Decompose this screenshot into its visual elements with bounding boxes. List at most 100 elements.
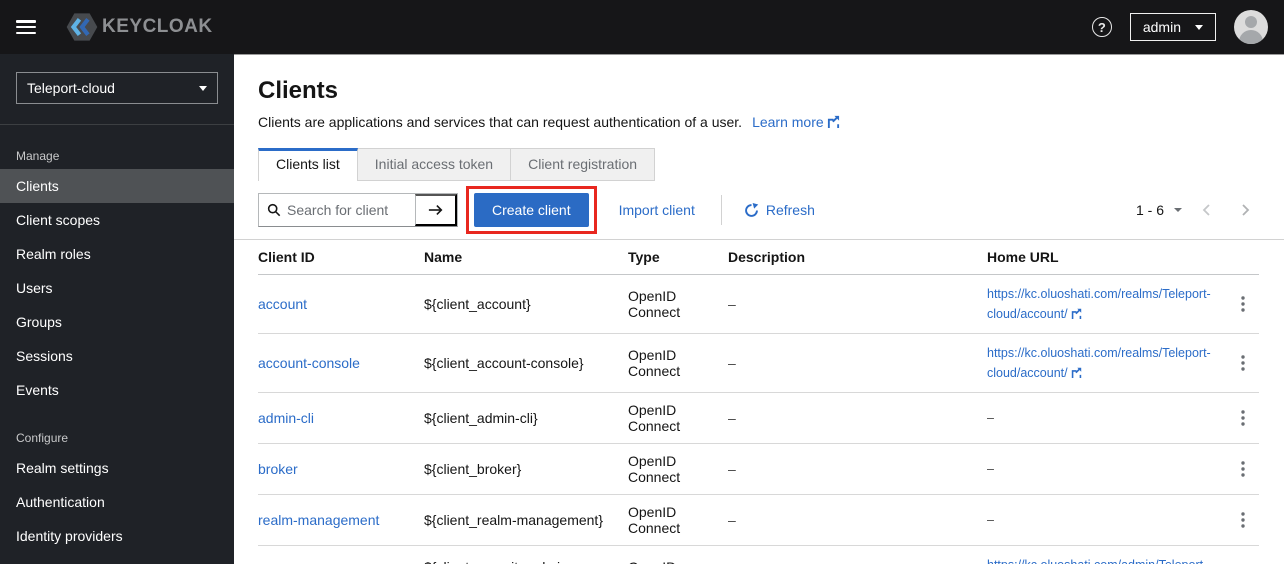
toolbar-divider: [720, 195, 722, 225]
external-link-icon: [1068, 366, 1082, 380]
column-header-actions: [1223, 240, 1259, 275]
toolbar: Create client Import client Refresh 1 - …: [234, 181, 1284, 240]
home-url-link[interactable]: https://kc.oluoshati.com/admin/Teleport-…: [987, 558, 1207, 564]
client-id-link[interactable]: admin-cli: [258, 410, 314, 426]
tab-initial-access-token[interactable]: Initial access token: [357, 148, 512, 181]
home-url-link[interactable]: https://kc.oluoshati.com/realms/Teleport…: [987, 287, 1211, 321]
sidebar-item-clients[interactable]: Clients: [0, 169, 234, 203]
row-kebab-menu-button[interactable]: [1235, 510, 1251, 530]
table-row: realm-management ${client_realm-manageme…: [258, 494, 1259, 546]
home-url-link[interactable]: https://kc.oluoshati.com/realms/Teleport…: [987, 346, 1211, 380]
refresh-label: Refresh: [765, 202, 815, 218]
column-header-home-url: Home URL: [987, 240, 1223, 275]
row-kebab-menu-button[interactable]: [1235, 459, 1251, 479]
masthead: KEYCLOAK ? admin: [0, 0, 1284, 54]
pagination-range-label: 1 - 6: [1135, 202, 1164, 218]
table-row: admin-cli ${client_admin-cli} OpenID Con…: [258, 392, 1259, 444]
sidebar-item-authentication[interactable]: Authentication: [0, 485, 234, 519]
home-url-cell: –: [987, 494, 1223, 546]
realm-selector-block: Teleport-cloud: [0, 54, 234, 125]
sidebar-item-realm-roles[interactable]: Realm roles: [0, 237, 234, 271]
arrow-right-icon: [428, 203, 444, 217]
client-id-link[interactable]: account: [258, 296, 307, 312]
client-description-cell: –: [728, 392, 987, 444]
help-icon[interactable]: ?: [1091, 17, 1112, 37]
external-link-icon: [827, 115, 840, 128]
sidebar-item-realm-settings[interactable]: Realm settings: [0, 451, 234, 485]
keycloak-logo: KEYCLOAK: [64, 10, 213, 44]
client-type-cell: OpenID Connect: [628, 274, 728, 334]
client-description-cell: –: [728, 274, 987, 334]
client-name-cell: ${client_broker}: [424, 443, 628, 495]
chevron-down-icon: [1174, 208, 1182, 212]
client-description-cell: –: [728, 333, 987, 393]
sidebar-nav: Manage Clients Client scopes Realm roles…: [0, 141, 234, 553]
client-type-cell: OpenID Connect: [628, 392, 728, 444]
row-kebab-menu-button[interactable]: [1235, 353, 1251, 373]
search-icon: [267, 203, 281, 217]
pagination-prev-button[interactable]: [1192, 200, 1221, 220]
import-client-link[interactable]: Import client: [619, 202, 695, 218]
nav-section-title: Configure: [16, 431, 69, 445]
tab-bar: Clients list Initial access token Client…: [258, 148, 1260, 181]
client-description-cell: –: [728, 443, 987, 495]
nav-section: Manage Clients Client scopes Realm roles…: [0, 141, 234, 407]
client-type-cell: OpenID Connect: [628, 333, 728, 393]
refresh-link[interactable]: Refresh: [744, 202, 815, 218]
table-row: account ${client_account} OpenID Connect…: [258, 274, 1259, 334]
client-name-cell: ${client_admin-cli}: [424, 392, 628, 444]
avatar[interactable]: [1234, 10, 1268, 44]
create-client-button[interactable]: Create client: [474, 193, 589, 227]
search-input[interactable]: [287, 202, 407, 218]
user-menu-dropdown[interactable]: admin: [1129, 13, 1216, 41]
page-description: Clients are applications and services th…: [258, 114, 1260, 130]
chevron-down-icon: [199, 85, 207, 91]
client-type-cell: OpenID Connect: [628, 494, 728, 546]
masthead-right: ? admin: [1091, 10, 1268, 44]
page-header: Clients Clients are applications and ser…: [234, 55, 1284, 130]
tab-clients-list[interactable]: Clients list: [258, 148, 358, 181]
search-submit-button[interactable]: [415, 194, 457, 226]
sidebar-item-events[interactable]: Events: [0, 373, 234, 407]
table-header-row: Client ID Name Type Description Home URL: [258, 240, 1259, 275]
keycloak-logo-icon: [66, 13, 98, 41]
brand-text: KEYCLOAK: [102, 16, 213, 37]
client-name-cell: ${client_realm-management}: [424, 494, 628, 546]
search-input-wrap: [259, 194, 415, 226]
column-header-type: Type: [628, 240, 728, 275]
clients-table: Client ID Name Type Description Home URL acc…: [258, 240, 1259, 564]
client-type-cell: OpenID Connect: [628, 545, 728, 564]
row-kebab-menu-button[interactable]: [1235, 408, 1251, 428]
sidebar: Teleport-cloud Manage Clients Client sco…: [0, 54, 234, 564]
home-url-cell: –: [987, 392, 1223, 444]
pagination-next-button[interactable]: [1231, 200, 1260, 220]
sidebar-item-sessions[interactable]: Sessions: [0, 339, 234, 373]
client-description-cell: –: [728, 545, 987, 564]
external-link-icon: [1068, 307, 1082, 321]
page-title: Clients: [258, 77, 339, 104]
client-id-link[interactable]: account-console: [258, 355, 360, 371]
user-menu-label: admin: [1142, 19, 1181, 35]
learn-more-link[interactable]: Learn more: [752, 114, 840, 130]
chevron-down-icon: [1195, 24, 1203, 30]
sidebar-item-identity-providers[interactable]: Identity providers: [0, 519, 234, 553]
column-header-name: Name: [424, 240, 628, 275]
sidebar-item-client-scopes[interactable]: Client scopes: [0, 203, 234, 237]
home-url-cell: https://kc.oluoshati.com/realms/Teleport…: [987, 274, 1223, 334]
table-row: security-admin-console ${client_security…: [258, 545, 1259, 564]
sidebar-item-users[interactable]: Users: [0, 271, 234, 305]
hamburger-menu-icon[interactable]: [16, 20, 36, 34]
client-name-cell: ${client_account}: [424, 274, 628, 334]
nav-section-title: Manage: [16, 149, 60, 163]
tab-client-registration[interactable]: Client registration: [511, 148, 656, 181]
page-description-text: Clients are applications and services th…: [258, 114, 743, 130]
main-content: Clients Clients are applications and ser…: [234, 54, 1284, 564]
pagination-range-dropdown[interactable]: 1 - 6: [1136, 202, 1182, 218]
client-id-link[interactable]: realm-management: [258, 512, 379, 528]
sidebar-item-groups[interactable]: Groups: [0, 305, 234, 339]
row-kebab-menu-button[interactable]: [1235, 294, 1251, 314]
home-url-cell: –: [987, 443, 1223, 495]
realm-selector[interactable]: Teleport-cloud: [16, 72, 218, 104]
client-id-link[interactable]: broker: [258, 461, 298, 477]
client-name-cell: ${client_security-admin-console}: [424, 545, 628, 564]
